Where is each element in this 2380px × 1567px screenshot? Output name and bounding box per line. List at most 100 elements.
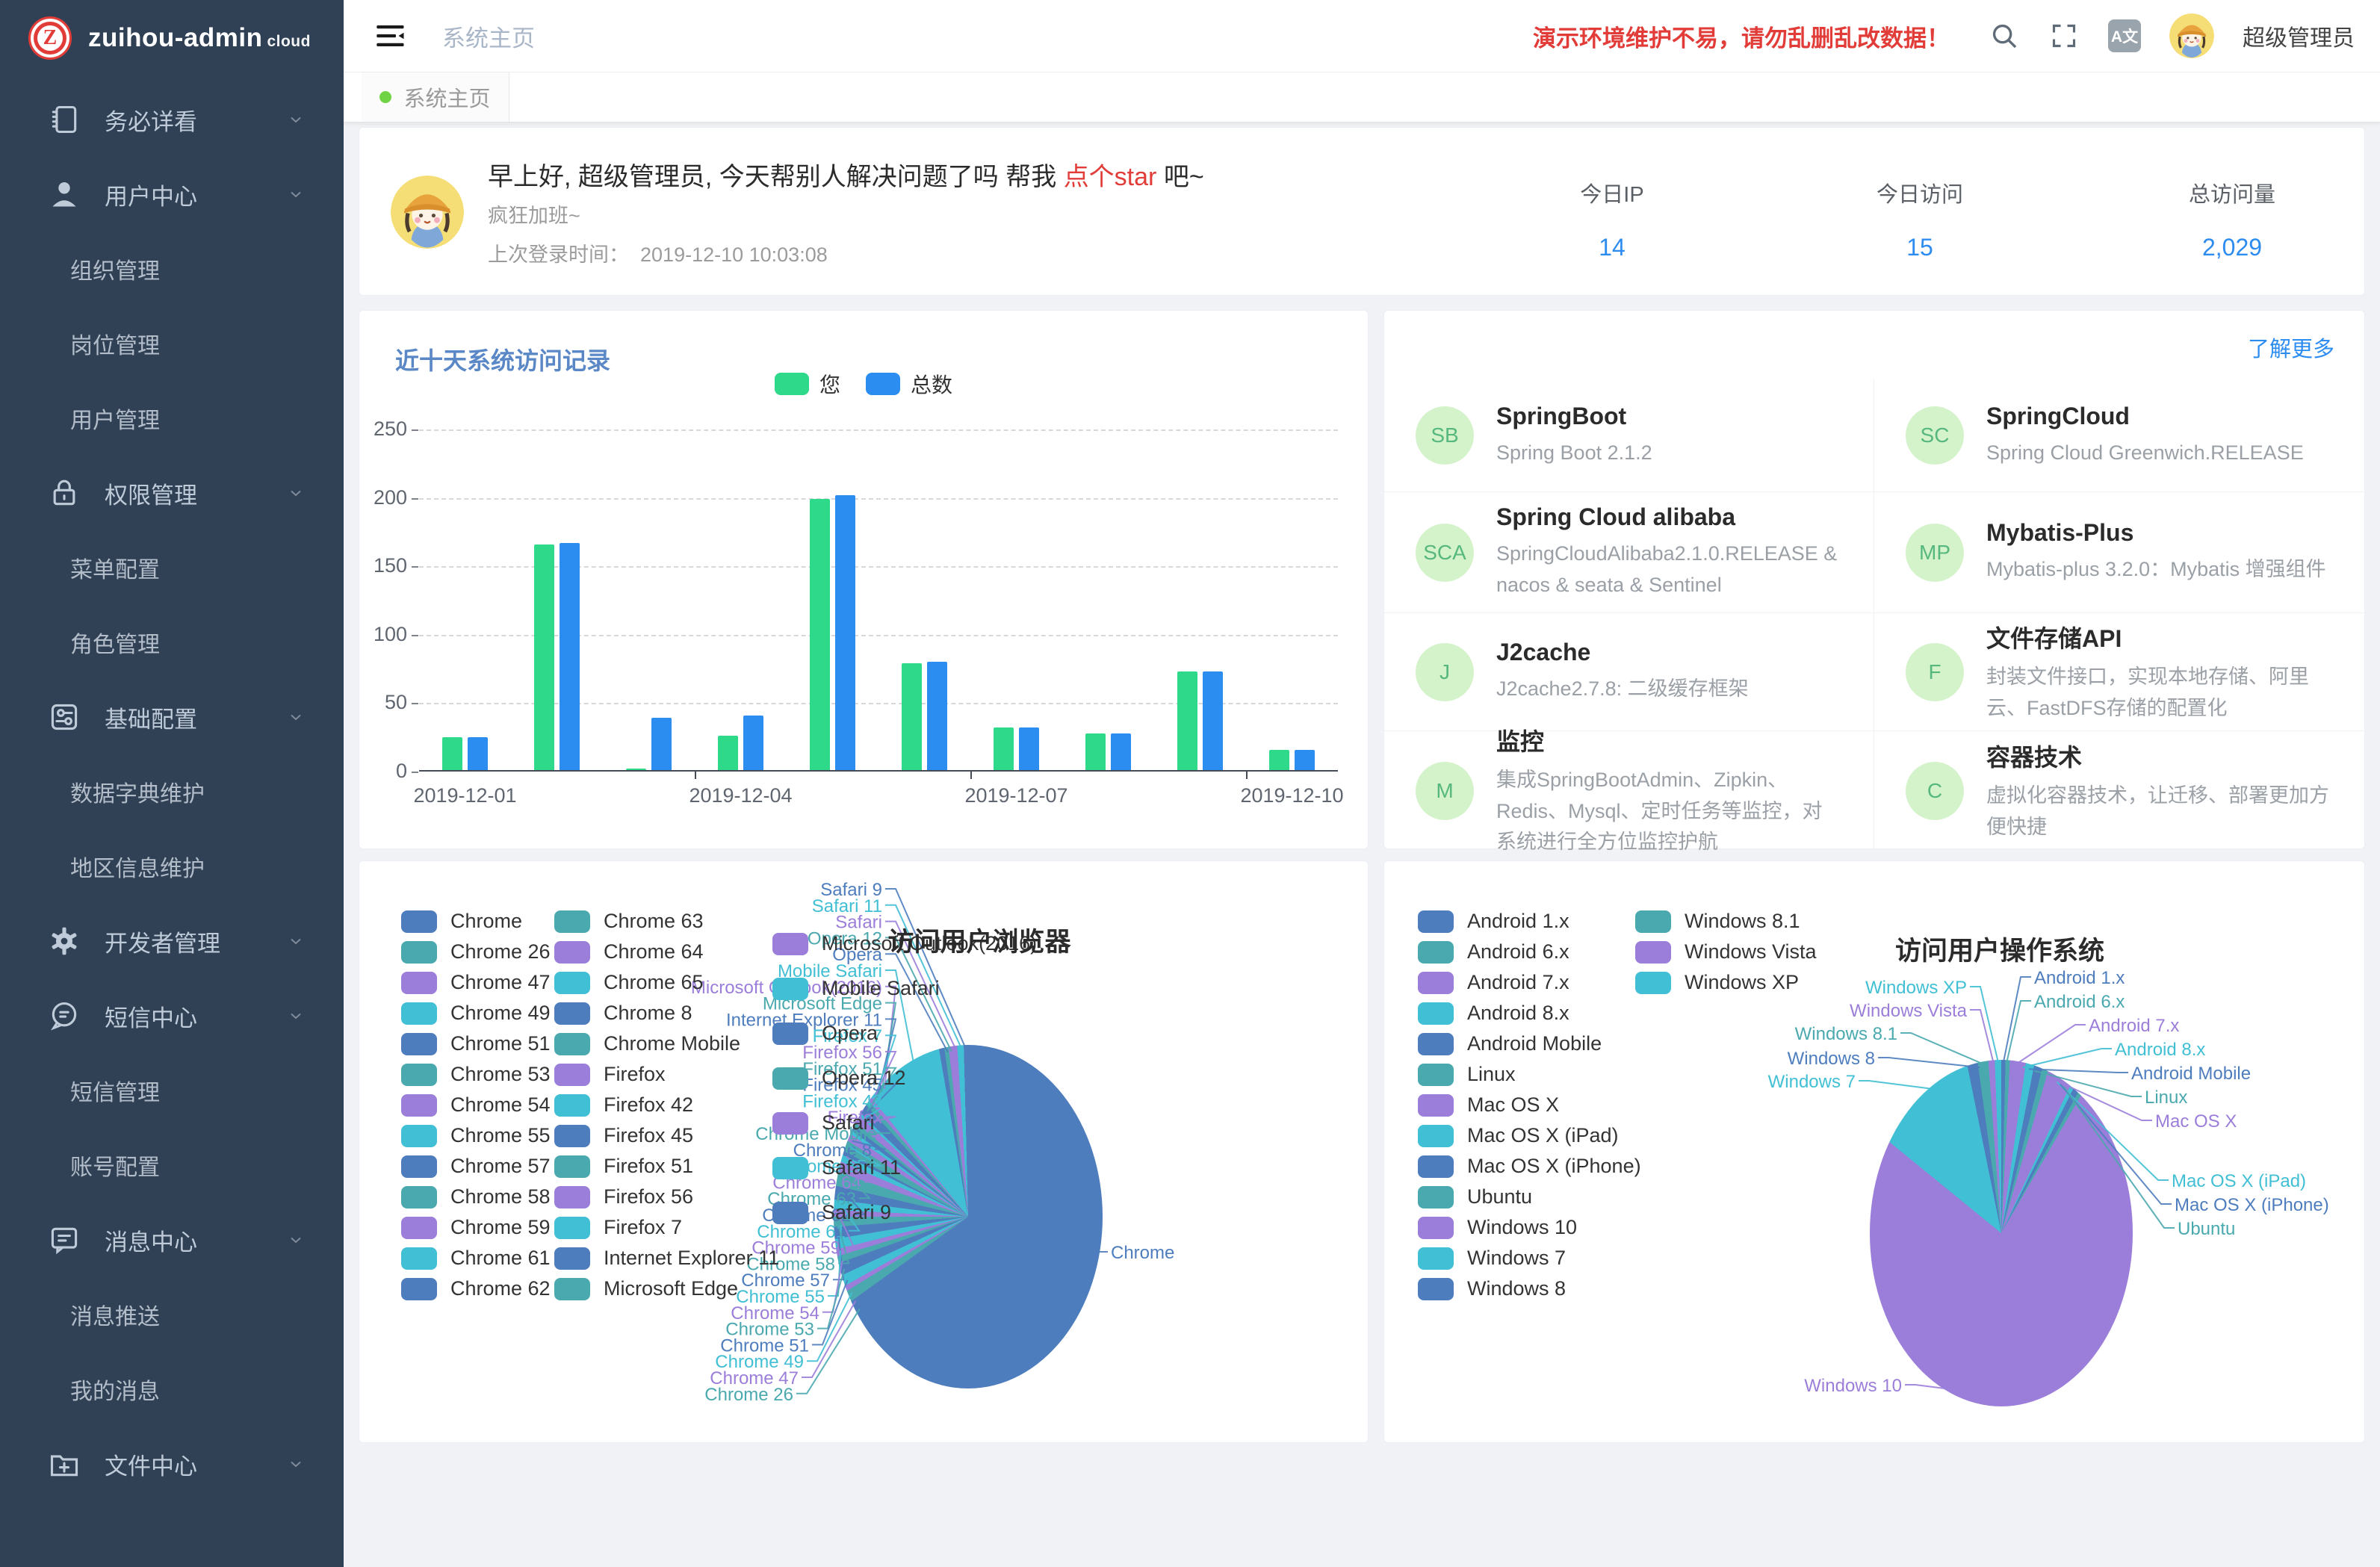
legend-item[interactable]: Chrome 58 [401,1185,551,1208]
legend-item[interactable]: Firefox [554,1063,666,1086]
legend-item[interactable]: Android 8.x [1418,1002,1569,1025]
legend-item[interactable]: Chrome 65 [554,971,704,994]
legend-item[interactable]: Mobile Safari [772,977,940,1000]
sidebar-item-group[interactable]: 权限管理 [0,456,344,530]
menu-fold-icon[interactable] [375,22,406,49]
star-link[interactable]: 点个star [1064,163,1157,191]
sidebar-item-group[interactable]: 消息中心 [0,1203,344,1277]
sidebar-item-group[interactable]: 文件中心 [0,1427,344,1501]
sidebar-subitem[interactable]: 我的消息 [0,1352,344,1427]
chevron-down-icon [287,708,305,726]
sidebar-subitem[interactable]: 菜单配置 [0,530,344,605]
legend-item[interactable]: Chrome 55 [401,1124,551,1147]
legend-label: Chrome 64 [604,940,704,964]
legend-item[interactable]: Android 6.x [1418,940,1569,964]
font-language-icon[interactable]: A文 [2108,19,2141,52]
bar [534,544,554,770]
legend-item[interactable]: Android Mobile [1418,1032,1602,1055]
legend-label: Mac OS X (iPad) [1467,1124,1619,1147]
legend-item[interactable]: 您 [775,369,840,399]
sidebar-subitem[interactable]: 数据字典维护 [0,754,344,829]
chevron-down-icon [287,111,305,128]
legend-item[interactable]: Chrome 53 [401,1063,551,1086]
sidebar-item-group[interactable]: 开发者管理 [0,904,344,978]
legend-item[interactable]: Chrome 64 [554,940,704,964]
x-axis-tick [695,772,696,779]
legend-item[interactable]: Android 1.x [1418,910,1569,933]
sidebar-item-group[interactable]: 短信中心 [0,978,344,1053]
learn-more-link[interactable]: 了解更多 [2248,332,2334,363]
legend-item[interactable]: Internet Explorer 11 [554,1247,779,1270]
legend-item[interactable]: Windows 8.1 [1635,910,1800,933]
legend-item[interactable]: Windows Vista [1635,940,1817,964]
breadcrumb[interactable]: 系统主页 [442,19,535,53]
sidebar-subitem[interactable]: 地区信息维护 [0,829,344,904]
legend-chip [772,1067,808,1090]
legend-item[interactable]: Firefox 7 [554,1216,682,1239]
sidebar-subitem[interactable]: 消息推送 [0,1277,344,1352]
sidebar-subitem[interactable]: 用户管理 [0,381,344,456]
legend-item[interactable]: Chrome 62 [401,1277,551,1300]
legend-item[interactable]: Firefox 42 [554,1093,693,1117]
legend-item[interactable]: Microsoft Edge [554,1277,738,1300]
user-avatar[interactable] [2169,13,2214,58]
legend-item[interactable]: Firefox 45 [554,1124,693,1147]
legend-item[interactable]: Mac OS X (iPad) [1418,1124,1619,1147]
legend-item[interactable]: Chrome 26 [401,940,551,964]
legend-item[interactable]: Chrome 59 [401,1216,551,1239]
sidebar-subitem[interactable]: 短信管理 [0,1053,344,1128]
legend-label: Android 8.x [1467,1002,1569,1025]
legend-item[interactable]: Opera 12 [772,1067,906,1090]
legend-item[interactable]: Safari 11 [772,1156,901,1179]
tech-item: SBSpringBootSpring Boot 2.1.2 [1384,379,1874,491]
sidebar-subitem[interactable]: 组织管理 [0,232,344,306]
legend-item[interactable]: Chrome 49 [401,1002,551,1025]
legend-item[interactable]: Mac OS X (iPhone) [1418,1155,1641,1178]
legend-item[interactable]: Ubuntu [1418,1185,1532,1208]
sidebar-subitem[interactable]: 账号配置 [0,1128,344,1203]
legend-item[interactable]: Safari [772,1111,875,1135]
tab-home[interactable]: 系统主页 [362,72,509,122]
legend-item[interactable]: Chrome 57 [401,1155,551,1178]
app-logo[interactable]: Z zuihou-admincloud [0,0,344,76]
sidebar-item-group[interactable]: 用户中心 [0,157,344,232]
fullscreen-icon[interactable] [2048,20,2080,52]
tech-desc: J2cache2.7.8: 二级缓存框架 [1496,674,1749,705]
stat-block: 今日访问15 [1815,177,2024,261]
legend-item[interactable]: Chrome 63 [554,910,704,933]
legend-item[interactable]: Chrome 8 [554,1002,692,1025]
bar [1111,733,1131,770]
tech-title: 监控 [1496,723,1842,757]
legend-item[interactable]: Windows 7 [1418,1247,1566,1270]
legend-item[interactable]: Opera [772,1022,878,1045]
bar-group [970,429,1062,770]
legend-item[interactable]: Windows 10 [1418,1216,1577,1239]
legend-item[interactable]: Windows XP [1635,971,1799,994]
legend-item[interactable]: Android 7.x [1418,971,1569,994]
legend-item[interactable]: Linux [1418,1063,1516,1086]
legend-item[interactable]: Chrome 51 [401,1032,551,1055]
legend-item[interactable]: 总数 [866,369,952,399]
bar [1019,727,1039,770]
legend-item[interactable]: Windows 8 [1418,1277,1566,1300]
tech-desc: Mybatis-plus 3.2.0：Mybatis 增强组件 [1986,554,2326,586]
sidebar-subitem[interactable]: 角色管理 [0,605,344,680]
y-axis-label: 200 [364,486,407,509]
search-icon[interactable] [1989,20,2020,52]
legend-item[interactable]: Firefox 51 [554,1155,693,1178]
legend-item[interactable]: Chrome [401,910,522,933]
tech-item: JJ2cacheJ2cache2.7.8: 二级缓存框架 [1384,612,1874,730]
sidebar-subitem-label: 我的消息 [70,1373,160,1406]
sidebar-item-group[interactable]: 务必详看 [0,82,344,157]
legend-item[interactable]: Chrome 61 [401,1247,551,1270]
legend-item[interactable]: Chrome Mobile [554,1032,740,1055]
legend-item[interactable]: Chrome 47 [401,971,551,994]
legend-item[interactable]: Chrome 54 [401,1093,551,1117]
sidebar-subitem[interactable]: 岗位管理 [0,306,344,381]
sidebar-item-group[interactable]: 基础配置 [0,680,344,754]
legend-chip [1418,1278,1454,1300]
legend-item[interactable]: Safari 9 [772,1201,891,1224]
legend-item[interactable]: Mac OS X [1418,1093,1559,1117]
legend-item[interactable]: Firefox 56 [554,1185,693,1208]
current-user-name[interactable]: 超级管理员 [2243,19,2355,52]
